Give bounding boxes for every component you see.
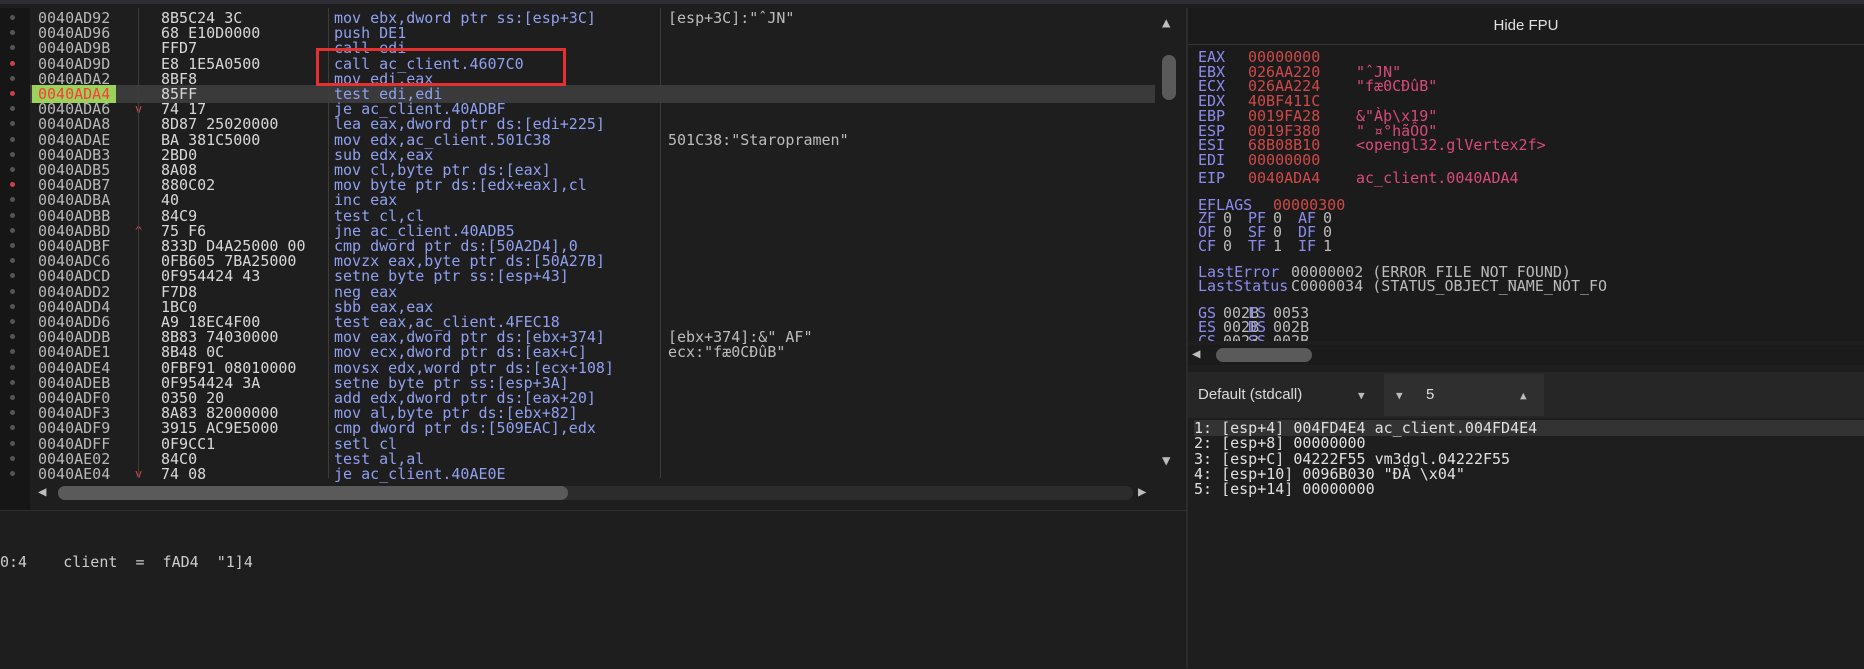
register-desc: "fæ0CĐûB": [1356, 77, 1438, 96]
scroll-down-icon[interactable]: ▼: [1162, 453, 1170, 469]
breakpoint-gutter[interactable]: [0, 8, 31, 570]
address: 0040AE04: [38, 465, 111, 483]
call-stack-args: 1: [esp+4] 004FD4E4 ac_client.004FD4E4 2:…: [1188, 420, 1864, 668]
breakpoint-dot-icon[interactable]: [10, 106, 15, 112]
calling-convention-select[interactable]: Default (stdcall): [1198, 372, 1302, 418]
breakpoint-dot-icon[interactable]: [10, 288, 15, 294]
arg-count-value: 5: [1426, 386, 1435, 403]
chevron-down-icon[interactable]: ▼: [1358, 389, 1365, 402]
scroll-left-icon[interactable]: ◀: [38, 484, 46, 500]
segment-name: CS: [1198, 332, 1217, 342]
flag-value: 0: [1223, 237, 1233, 255]
opcode-bytes: 74 08: [161, 465, 207, 483]
breakpoint-dot-icon[interactable]: [10, 15, 15, 20]
breakpoint-dot-icon[interactable]: [10, 319, 15, 324]
breakpoint-dot-icon[interactable]: [10, 136, 15, 142]
segment-name: SS: [1248, 332, 1267, 342]
calling-convention-bar: Default (stdcall) ▼ ▼ 5 ▲: [1188, 372, 1864, 418]
breakpoint-dot-icon[interactable]: [10, 30, 15, 36]
registers-horizontal-scrollbar[interactable]: ◀: [1188, 345, 1864, 365]
breakpoint-dot-icon[interactable]: [10, 60, 15, 66]
stack-arg-row[interactable]: 5: [esp+14] 00000000: [1194, 481, 1864, 497]
disasm-row[interactable]: 0040AE04v74 08je ac_client.40AE0E: [30, 465, 1155, 483]
breakpoint-dot-icon[interactable]: [10, 471, 15, 476]
disasm-horizontal-scrollbar[interactable]: ◀ ▶: [36, 483, 1161, 503]
flag-name: IF: [1298, 237, 1317, 255]
scroll-right-icon[interactable]: ▶: [1138, 484, 1146, 500]
highlight-box: [316, 48, 566, 86]
breakpoint-dot-icon[interactable]: [10, 410, 15, 416]
breakpoint-dot-icon[interactable]: [10, 45, 15, 51]
column-divider: [660, 8, 661, 478]
breakpoint-dot-icon[interactable]: [10, 91, 15, 96]
flag-name: TF: [1248, 237, 1267, 255]
registers-panel: Hide FPU EAX 00000000 EBX 026AA220 "ˆJN" ECX 0…: [1188, 8, 1864, 341]
breakpoint-dot-icon[interactable]: [10, 273, 15, 279]
register-name: EDI: [1198, 150, 1226, 169]
register-value: 00000000: [1248, 150, 1321, 169]
breakpoint-dot-icon[interactable]: [10, 364, 15, 370]
breakpoint-dot-icon[interactable]: [10, 349, 15, 355]
breakpoint-dot-icon[interactable]: [10, 197, 15, 203]
breakpoint-dot-icon[interactable]: [10, 455, 15, 461]
scroll-left-icon[interactable]: ◀: [1192, 346, 1200, 362]
register-value: 0040ADA4: [1248, 169, 1321, 187]
breakpoint-dot-icon[interactable]: [10, 303, 15, 309]
scroll-thumb[interactable]: [1162, 55, 1176, 100]
flag-value: 1: [1273, 237, 1283, 255]
breakpoint-dot-icon[interactable]: [10, 75, 15, 81]
scroll-thumb[interactable]: [58, 486, 568, 500]
disasm-vertical-scrollbar[interactable]: ▲ ▼: [1160, 15, 1180, 470]
scroll-thumb[interactable]: [1216, 348, 1312, 362]
arg-count-spinner[interactable]: ▼ 5 ▲: [1384, 374, 1544, 416]
register-desc: ac_client.0040ADA4: [1356, 169, 1519, 187]
breakpoint-dot-icon[interactable]: [10, 121, 15, 127]
breakpoint-dot-icon[interactable]: [10, 167, 15, 172]
stack-arg-row[interactable]: 2: [esp+8] 00000000: [1194, 435, 1864, 451]
scroll-up-icon[interactable]: ▲: [1162, 15, 1170, 31]
breakpoint-dot-icon[interactable]: [10, 182, 15, 188]
breakpoint-dot-icon[interactable]: [10, 227, 15, 233]
breakpoint-dot-icon[interactable]: [10, 440, 15, 446]
breakpoint-dot-icon[interactable]: [10, 258, 15, 264]
column-divider: [138, 8, 139, 478]
breakpoint-dot-icon[interactable]: [10, 243, 15, 248]
breakpoint-dot-icon[interactable]: [10, 425, 15, 431]
hide-fpu-button[interactable]: Hide FPU: [1188, 8, 1864, 45]
register-desc: <opengl32.glVertex2f>: [1356, 136, 1546, 155]
top-tab-strip: [0, 0, 1864, 4]
breakpoint-dot-icon[interactable]: [10, 395, 15, 400]
log-text: 0:4 client = fAD4 "1]4: [0, 553, 253, 571]
last-status-value: C0000034 (STATUS_OBJECT_NAME_NOT_FO: [1291, 277, 1608, 295]
breakpoint-dot-icon[interactable]: [10, 212, 15, 218]
breakpoint-dot-icon[interactable]: [10, 379, 15, 385]
last-status-label: LastStatus: [1198, 277, 1289, 295]
log-panel: 0:4 client = fAD4 "1]4: [0, 510, 1186, 669]
flag-name: CF: [1198, 237, 1217, 255]
breakpoint-dot-icon[interactable]: [10, 334, 15, 340]
segment-value: 002B: [1273, 332, 1310, 342]
flag-value: 1: [1323, 237, 1333, 255]
chevron-up-icon[interactable]: ▲: [1520, 389, 1527, 402]
register-name: EIP: [1198, 169, 1226, 187]
instruction: je ac_client.40AE0E: [334, 465, 506, 483]
chevron-down-icon[interactable]: ▼: [1396, 389, 1403, 402]
breakpoint-dot-icon[interactable]: [10, 151, 15, 157]
